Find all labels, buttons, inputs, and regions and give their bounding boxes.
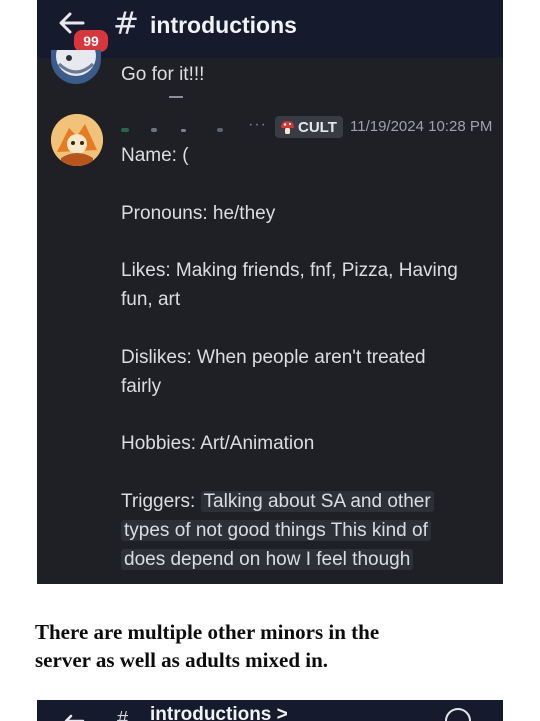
highlighted-text: does depend on how I feel though bbox=[121, 549, 414, 570]
discord-screenshot-1: 99 # introductions Go for it!!! ··· CULT… bbox=[37, 0, 503, 584]
message-line: Name: ( bbox=[121, 145, 189, 166]
avatar[interactable] bbox=[51, 50, 101, 84]
channel-name[interactable]: introductions bbox=[150, 11, 297, 39]
role-tag-label: CULT bbox=[298, 118, 337, 136]
divider bbox=[169, 96, 183, 98]
message-line: does depend on how I feel though bbox=[121, 545, 414, 574]
message-line: Dislikes: When people aren't treated bbox=[121, 347, 426, 368]
username-ellipsis: ··· bbox=[248, 116, 267, 133]
role-tag[interactable]: CULT bbox=[275, 116, 343, 138]
message-line: Likes: Making friends, fnf, Pizza, Havin… bbox=[121, 260, 458, 281]
previous-message-text: Go for it!!! bbox=[121, 64, 205, 85]
message-line: types of not good things This kind of bbox=[121, 516, 431, 545]
triggers-label: Triggers: bbox=[121, 491, 196, 512]
avatar[interactable] bbox=[51, 114, 103, 166]
message-line: fun, art bbox=[121, 289, 181, 310]
highlighted-text: types of not good things This kind of bbox=[121, 520, 431, 541]
search-icon[interactable] bbox=[445, 708, 471, 721]
message-line: Pronouns: he/they bbox=[121, 203, 276, 224]
arrow-left-icon[interactable] bbox=[63, 712, 85, 721]
highlighted-text: Talking about SA and other bbox=[200, 491, 434, 512]
caption: There are multiple other minors in the s… bbox=[35, 618, 505, 674]
discord-screenshot-2: # introductions > bbox=[37, 700, 503, 721]
channel-hash-icon: # bbox=[117, 708, 129, 721]
mushroom-icon bbox=[281, 120, 294, 134]
channel-name[interactable]: introductions > bbox=[150, 704, 288, 721]
message-timestamp: 11/19/2024 10:28 PM bbox=[350, 118, 493, 135]
message-line: fairly bbox=[121, 376, 162, 397]
caption-line: server as well as adults mixed in. bbox=[35, 648, 329, 672]
message-line: Hobbies: Art/Animation bbox=[121, 433, 315, 454]
channel-hash-icon: # bbox=[113, 6, 139, 42]
channel-header: 99 # introductions bbox=[37, 0, 503, 58]
caption-line: There are multiple other minors in the bbox=[35, 620, 380, 644]
message-line: Triggers: Talking about SA and other bbox=[121, 487, 434, 516]
